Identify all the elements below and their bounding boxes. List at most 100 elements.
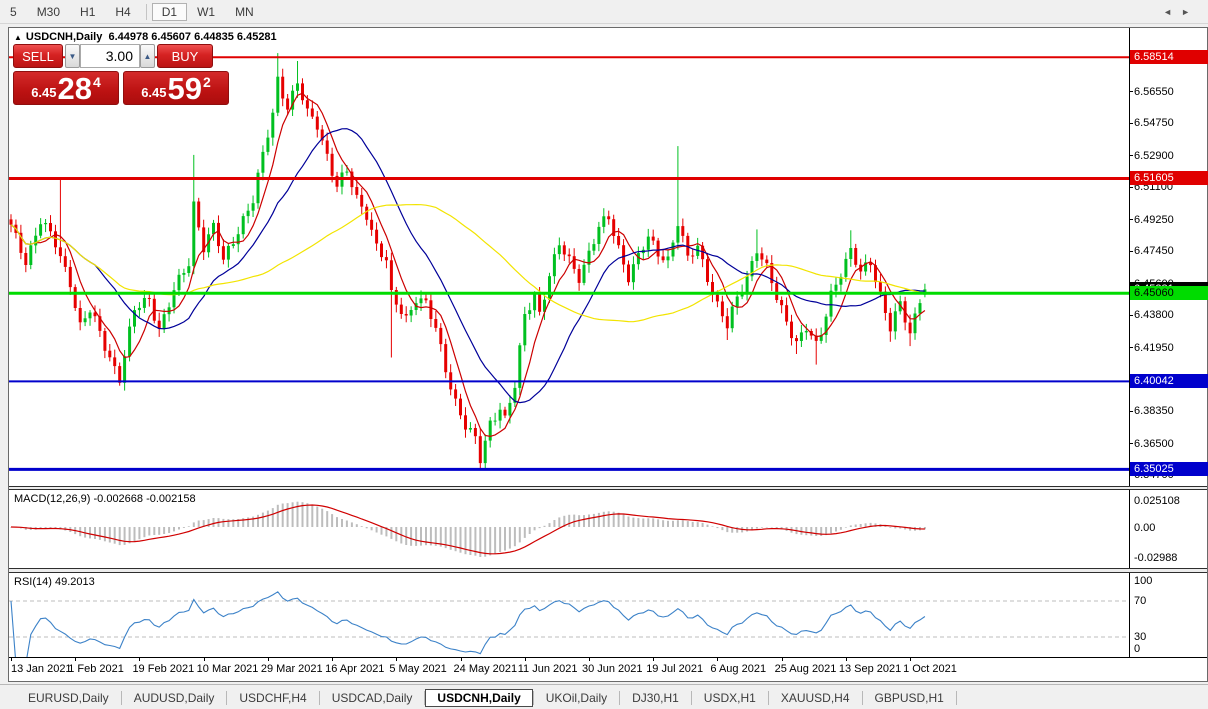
macd-signal-line: [11, 505, 925, 554]
buy-price-prefix: 6.45: [141, 85, 166, 100]
timeframe-button-M30[interactable]: M30: [27, 3, 70, 21]
tab-separator: [956, 691, 957, 705]
date-tickmark: [11, 658, 12, 661]
price-axis-scale[interactable]: 6.565506.547506.529006.511006.492506.474…: [1129, 28, 1207, 486]
axis-tickmark: [1130, 315, 1133, 316]
price-tick-label: 6.52900: [1134, 150, 1174, 162]
tab-AUDUSD-Daily[interactable]: AUDUSD,Daily: [122, 689, 227, 707]
date-tickmark: [139, 658, 140, 661]
date-label: 16 Apr 2021: [325, 663, 384, 675]
timeframe-button-W1[interactable]: W1: [187, 3, 225, 21]
sell-button[interactable]: SELL: [13, 44, 63, 68]
date-label: 5 May 2021: [389, 663, 446, 675]
macd-axis-min: -0.02988: [1134, 552, 1177, 564]
timeframe-button-H4[interactable]: H4: [105, 3, 140, 21]
price-tick-label: 6.43800: [1134, 309, 1174, 321]
one-click-trade-panel: SELL ▼ 3.00 ▲ BUY 6.45 28 4 6.45 59 2: [13, 44, 235, 106]
price-chart-panel[interactable]: ▲ USDCNH,Daily 6.44978 6.45607 6.44835 6.…: [9, 28, 1129, 486]
rsi-name: RSI(14): [14, 576, 52, 588]
rsi-axis-30: 30: [1134, 631, 1146, 643]
rsi-axis-70: 70: [1134, 595, 1146, 607]
date-label: 11 Jun 2021: [518, 663, 578, 675]
macd-axis-max: 0.025108: [1134, 495, 1180, 507]
sell-price-display[interactable]: 6.45 28 4: [13, 71, 119, 105]
tab-EURUSD-Daily[interactable]: EURUSD,Daily: [16, 689, 121, 707]
date-tickmark: [782, 658, 783, 661]
sell-price-prefix: 6.45: [31, 85, 56, 100]
timeframe-button-D1[interactable]: D1: [152, 3, 187, 21]
tab-USDCHF-H4[interactable]: USDCHF,H4: [227, 689, 318, 707]
sell-price-sup: 4: [93, 74, 101, 90]
date-tickmark: [525, 658, 526, 661]
toolbar-separator: [146, 4, 147, 20]
date-label: 30 Jun 2021: [582, 663, 643, 675]
axis-tickmark: [1130, 155, 1133, 156]
symbol-title: USDCNH,Daily: [26, 31, 102, 43]
candles: [10, 53, 927, 470]
price-tick-label: 6.47450: [1134, 245, 1174, 257]
macd-axis-zero: 0.00: [1134, 522, 1155, 534]
date-tickmark: [910, 658, 911, 661]
collapse-triangle-icon[interactable]: ▲: [14, 33, 22, 42]
buy-button[interactable]: BUY: [157, 44, 213, 68]
rsi-axis-0: 0: [1134, 643, 1140, 655]
tab-USDX-H1[interactable]: USDX,H1: [692, 689, 768, 707]
macd-axis-scale[interactable]: 0.025108 0.00 -0.02988: [1129, 490, 1207, 568]
rsi-axis-100: 100: [1134, 575, 1152, 587]
chevron-up-icon: ▲: [144, 52, 152, 61]
tab-scroll-right-icon[interactable]: ►: [1181, 7, 1190, 17]
date-tickmark: [204, 658, 205, 661]
volume-decrease-button[interactable]: ▼: [65, 44, 80, 68]
volume-increase-button[interactable]: ▲: [140, 44, 155, 68]
date-label: 10 Mar 2021: [197, 663, 259, 675]
date-label: 24 May 2021: [454, 663, 518, 675]
slow-ma-line: [11, 205, 925, 322]
buy-price-display[interactable]: 6.45 59 2: [123, 71, 229, 105]
ohlc-values: 6.44978 6.45607 6.44835 6.45281: [108, 31, 276, 43]
rsi-value: 49.2013: [55, 576, 95, 588]
price-tick-label: 6.54750: [1134, 117, 1174, 129]
date-tickmark: [461, 658, 462, 661]
rsi-axis-scale[interactable]: 100 70 30 0: [1129, 573, 1207, 657]
date-tickmark: [332, 658, 333, 661]
volume-input[interactable]: 3.00: [80, 44, 140, 68]
buy-price-big: 59: [168, 73, 202, 104]
price-tick-label: 6.38350: [1134, 405, 1174, 417]
chart-title: ▲ USDCNH,Daily 6.44978 6.45607 6.44835 6.…: [14, 31, 277, 43]
price-badge-6.51605: 6.51605: [1130, 171, 1208, 185]
axis-tickmark: [1130, 91, 1133, 92]
tab-scroll-left-icon[interactable]: ◄: [1163, 7, 1172, 17]
date-label: 13 Jan 2021: [11, 663, 72, 675]
trading-terminal: 5M30H1H4 D1W1MN ▲ USDCNH,Daily 6.44978 6.4…: [0, 0, 1208, 709]
tab-GBPUSD-H1[interactable]: GBPUSD,H1: [863, 689, 956, 707]
price-tick-label: 6.41950: [1134, 342, 1174, 354]
price-badge-6.45060: 6.45060: [1130, 286, 1208, 300]
fast-ma-line: [11, 93, 925, 436]
date-label: 29 Mar 2021: [261, 663, 323, 675]
tab-USDCNH-Daily[interactable]: USDCNH,Daily: [425, 689, 532, 707]
axis-tickmark: [1130, 123, 1133, 124]
macd-name: MACD(12,26,9): [14, 493, 90, 505]
buy-price-sup: 2: [203, 74, 211, 90]
tab-USDCAD-Daily[interactable]: USDCAD,Daily: [320, 689, 425, 707]
tab-XAUUSD-H4[interactable]: XAUUSD,H4: [769, 689, 862, 707]
date-tickmark: [75, 658, 76, 661]
axis-tickmark: [1130, 219, 1133, 220]
rsi-label: RSI(14) 49.2013: [14, 576, 95, 588]
date-tickmark: [846, 658, 847, 661]
rsi-chart-svg[interactable]: [9, 573, 1129, 657]
rsi-panel[interactable]: RSI(14) 49.2013: [9, 573, 1129, 657]
tab-DJ30-H1[interactable]: DJ30,H1: [620, 689, 691, 707]
price-tick-label: 6.49250: [1134, 214, 1174, 226]
timeframe-button-MN[interactable]: MN: [225, 3, 264, 21]
rsi-line: [11, 592, 925, 657]
date-label: 19 Feb 2021: [132, 663, 194, 675]
time-axis[interactable]: 13 Jan 20211 Feb 202119 Feb 202110 Mar 2…: [9, 657, 1207, 681]
tab-UKOil-Daily[interactable]: UKOil,Daily: [534, 689, 619, 707]
timeframe-button-5[interactable]: 5: [0, 3, 27, 21]
timeframe-button-H1[interactable]: H1: [70, 3, 105, 21]
macd-panel[interactable]: MACD(12,26,9) -0.002668 -0.002158: [9, 490, 1129, 568]
macd-label: MACD(12,26,9) -0.002668 -0.002158: [14, 493, 196, 505]
axis-tickmark: [1130, 443, 1133, 444]
date-label: 13 Sep 2021: [839, 663, 901, 675]
